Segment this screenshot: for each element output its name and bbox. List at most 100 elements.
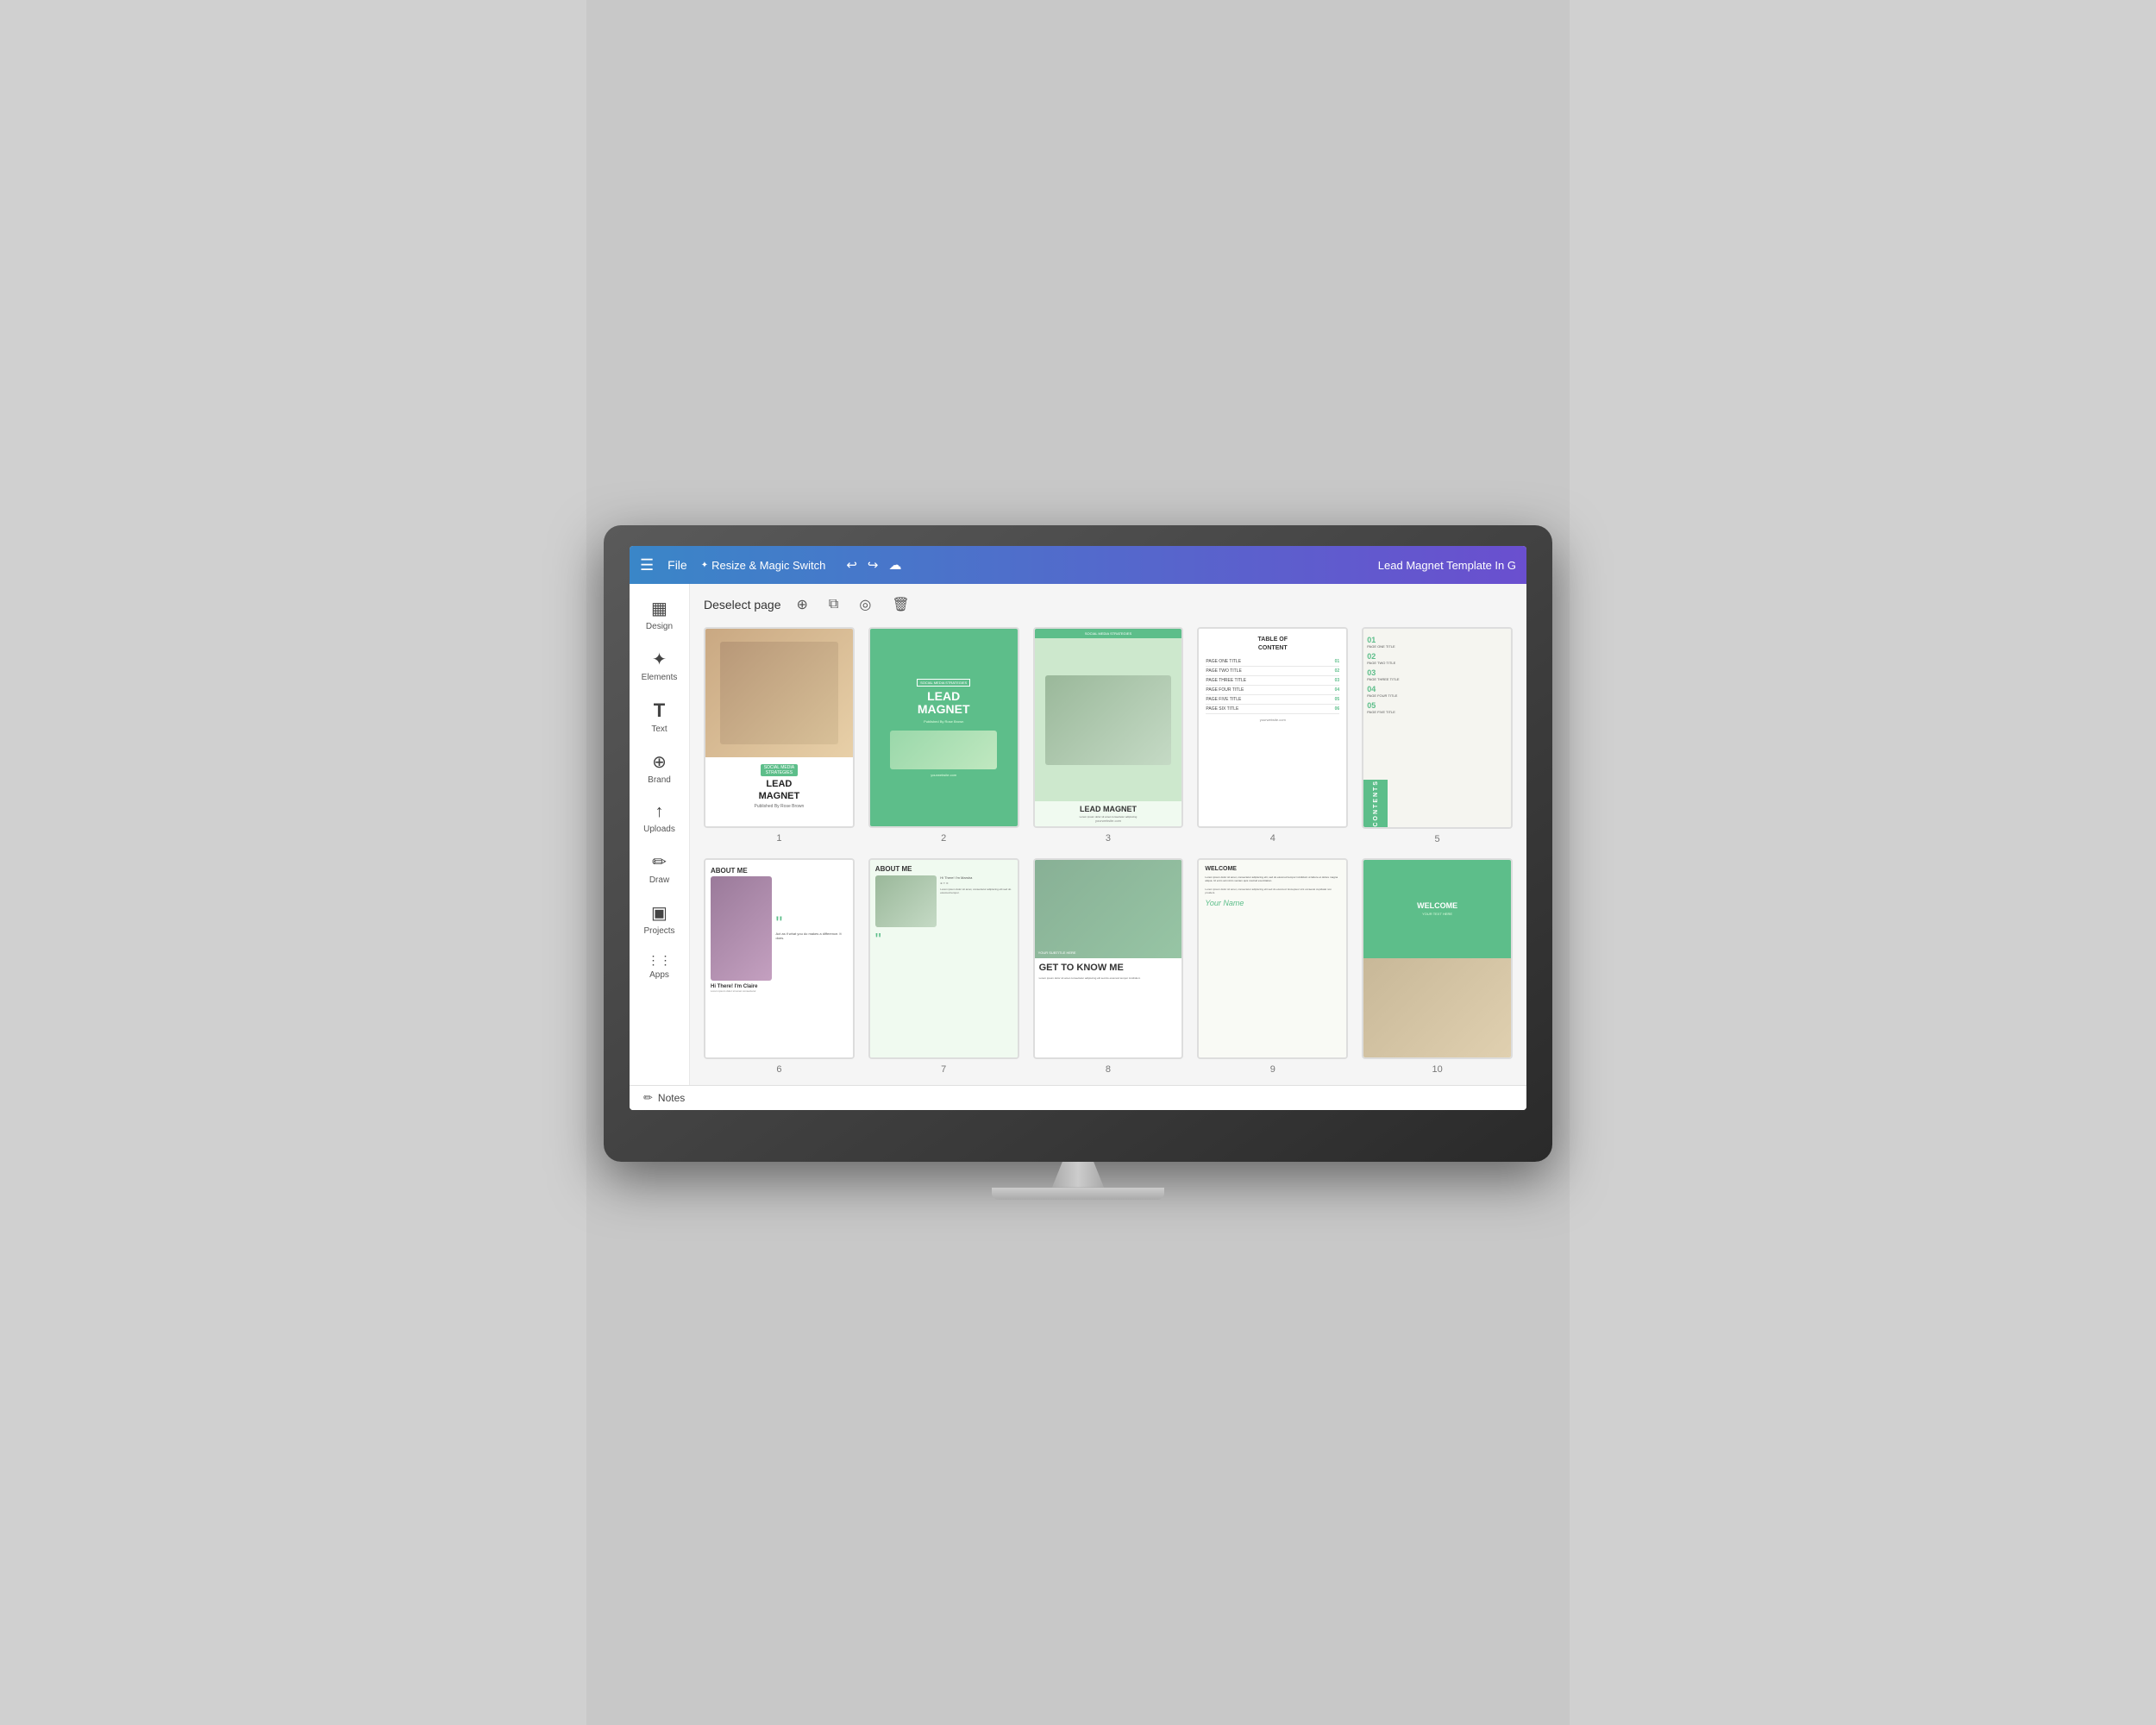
page-thumb-9: WELCOME Lorem ipsum dolor sit amet, cons…	[1197, 858, 1348, 1059]
page8-title: GET TO KNOW ME	[1039, 963, 1178, 974]
apps-icon: ⋮⋮	[648, 953, 672, 968]
sidebar-item-design[interactable]: ▦ Design	[630, 591, 689, 638]
page-number-2: 2	[941, 833, 946, 844]
page3-url: yourwebsite.com	[1038, 819, 1179, 823]
page5-num-3: 03	[1367, 668, 1507, 677]
page5-name-2: PAGE TWO TITLE	[1367, 661, 1507, 665]
page-thumb-10: WELCOME YOUR TEXT HERE	[1362, 858, 1513, 1059]
page6-description: Lorem ipsum dolor sit amet consectetur	[711, 989, 848, 993]
sidebar-item-uploads[interactable]: ↑ Uploads	[630, 795, 689, 841]
page5-num-1: 01	[1367, 636, 1507, 644]
sidebar-item-apps[interactable]: ⋮⋮ Apps	[630, 946, 689, 987]
page2-content: SOCIAL MEDIA STRATEGIES LEADMAGNET Publi…	[870, 629, 1018, 826]
cloud-icon[interactable]: ☁	[888, 557, 901, 573]
page4-row-4: PAGE FOUR TITLE 04	[1206, 686, 1339, 695]
page10-image	[1363, 958, 1511, 1057]
page-thumb-4: TABLE OFCONTENT PAGE ONE TITLE 01 PAGE T…	[1197, 627, 1348, 828]
page-card-1[interactable]: SOCIAL MEDIASTRATEGIES LEADMAGNET Publis…	[704, 627, 855, 844]
page4-row-2: PAGE TWO TITLE 02	[1206, 667, 1339, 676]
page6-quote-area: " Act as if what you do makes a differen…	[775, 876, 847, 982]
page4-row-6: PAGE SIX TITLE 06	[1206, 705, 1339, 714]
page5-item-1: 01 PAGE ONE TITLE	[1367, 636, 1507, 649]
page-number-6: 6	[776, 1064, 781, 1075]
file-menu[interactable]: File	[667, 558, 687, 572]
resize-magic-switch[interactable]: Resize & Magic Switch	[701, 559, 826, 572]
page4-row5-num: 05	[1335, 697, 1340, 702]
page-card-8[interactable]: YOUR SUBTITLE HERE GET TO KNOW ME Lorem …	[1033, 858, 1184, 1075]
page5-num-2: 02	[1367, 652, 1507, 661]
page-card-2[interactable]: SOCIAL MEDIA STRATEGIES LEADMAGNET Publi…	[868, 627, 1019, 844]
page3-image	[1045, 675, 1170, 765]
page-card-4[interactable]: TABLE OFCONTENT PAGE ONE TITLE 01 PAGE T…	[1197, 627, 1348, 844]
notes-label: Notes	[658, 1092, 685, 1104]
page4-row3-title: PAGE THREE TITLE	[1206, 678, 1246, 683]
pages-grid: SOCIAL MEDIASTRATEGIES LEADMAGNET Publis…	[704, 627, 1513, 1074]
apps-label: Apps	[649, 970, 669, 980]
delete-page-button[interactable]: 🗑	[887, 594, 914, 615]
page10-text-area: WELCOME YOUR TEXT HERE	[1363, 860, 1511, 959]
sidebar-item-brand[interactable]: ⊕ Brand	[630, 744, 689, 792]
page5-name-1: PAGE ONE TITLE	[1367, 644, 1507, 649]
page3-content: SOCIAL MEDIA STRATEGIES LEAD MAGNET Lore…	[1035, 629, 1182, 826]
page7-title: ABOUT ME	[875, 865, 1012, 873]
page4-row5-title: PAGE FIVE TITLE	[1206, 697, 1241, 702]
redo-icon[interactable]: ↪	[868, 557, 879, 573]
page-card-9[interactable]: WELCOME Lorem ipsum dolor sit amet, cons…	[1197, 858, 1348, 1075]
page7-layout: Hi There! I'm Marsha ⊕ ✦ ⊛ Lorem ipsum d…	[875, 875, 1012, 927]
page1-text-area: SOCIAL MEDIASTRATEGIES LEADMAGNET Publis…	[705, 757, 853, 813]
page-card-7[interactable]: ABOUT ME Hi There! I'm Marsha ⊕ ✦ ⊛ Lore…	[868, 858, 1019, 1075]
sidebar-item-text[interactable]: T Text	[630, 693, 689, 741]
notes-icon: ✏	[643, 1091, 653, 1105]
text-label: Text	[651, 724, 667, 734]
monitor-stand	[604, 1162, 1552, 1200]
page8-overlay	[1035, 860, 1182, 959]
add-page-button[interactable]: ⊕	[792, 594, 813, 615]
page3-tag: SOCIAL MEDIA STRATEGIES	[1035, 629, 1182, 638]
page7-content: ABOUT ME Hi There! I'm Marsha ⊕ ✦ ⊛ Lore…	[870, 860, 1018, 1057]
page-card-5[interactable]: 01 PAGE ONE TITLE 02 PAGE TWO TITLE	[1362, 627, 1513, 844]
page4-row4-num: 04	[1335, 687, 1340, 693]
page-card-10[interactable]: WELCOME YOUR TEXT HERE 10	[1362, 858, 1513, 1075]
page8-subtitle: YOUR SUBTITLE HERE	[1038, 950, 1076, 955]
page-number-9: 9	[1270, 1064, 1275, 1075]
page-thumb-3: SOCIAL MEDIA STRATEGIES LEAD MAGNET Lore…	[1033, 627, 1184, 828]
page9-title: WELCOME	[1205, 866, 1340, 872]
page4-title: TABLE OFCONTENT	[1206, 636, 1339, 651]
sidebar-item-projects[interactable]: ▣ Projects	[630, 895, 689, 943]
deselect-page-label[interactable]: Deselect page	[704, 598, 781, 612]
page2-subtitle: Published By Rose Brown	[924, 719, 963, 724]
page4-row6-title: PAGE SIX TITLE	[1206, 706, 1238, 712]
page7-quote-mark: "	[875, 931, 1012, 950]
text-icon: T	[654, 699, 665, 722]
doc-title: Lead Magnet Template In G	[1378, 559, 1516, 572]
brand-label: Brand	[648, 775, 671, 785]
content-area: Deselect page ⊕ ⧉ ◎ 🗑	[690, 584, 1526, 1084]
page4-row1-num: 01	[1335, 659, 1340, 664]
undo-icon[interactable]: ↩	[846, 557, 857, 573]
notes-bar[interactable]: ✏ Notes	[630, 1085, 1526, 1110]
page-number-4: 4	[1270, 833, 1275, 844]
stand-base	[992, 1188, 1164, 1200]
sidebar-item-elements[interactable]: ✦ Elements	[630, 642, 689, 689]
page1-tag: SOCIAL MEDIASTRATEGIES	[761, 764, 798, 776]
page4-url: yourwebsite.com	[1206, 718, 1339, 722]
page8-content: YOUR SUBTITLE HERE GET TO KNOW ME Lorem …	[1035, 860, 1182, 1057]
elements-label: Elements	[642, 673, 678, 682]
page-card-6[interactable]: ABOUT ME " Act as if what you do makes a…	[704, 858, 855, 1075]
page7-body: Lorem ipsum dolor sit amet, consectetur …	[940, 888, 1012, 894]
copy-page-button[interactable]: ⧉	[824, 595, 843, 614]
page-card-3[interactable]: SOCIAL MEDIA STRATEGIES LEAD MAGNET Lore…	[1033, 627, 1184, 844]
page-number-8: 8	[1106, 1064, 1111, 1075]
page4-row-1: PAGE ONE TITLE 01	[1206, 657, 1339, 667]
sidebar-item-draw[interactable]: ✏ Draw	[630, 844, 689, 892]
page7-text-area: Hi There! I'm Marsha ⊕ ✦ ⊛ Lorem ipsum d…	[940, 875, 1012, 927]
page5-name-3: PAGE THREE TITLE	[1367, 677, 1507, 681]
page1-title: LEADMAGNET	[711, 779, 848, 801]
page5-num-4: 04	[1367, 685, 1507, 693]
menu-icon[interactable]: ☰	[640, 556, 654, 574]
hide-page-button[interactable]: ◎	[854, 594, 876, 615]
stand-neck	[1052, 1162, 1104, 1188]
page-thumb-7: ABOUT ME Hi There! I'm Marsha ⊕ ✦ ⊛ Lore…	[868, 858, 1019, 1059]
page-number-3: 3	[1106, 833, 1111, 844]
page5-item-4: 04 PAGE FOUR TITLE	[1367, 685, 1507, 698]
